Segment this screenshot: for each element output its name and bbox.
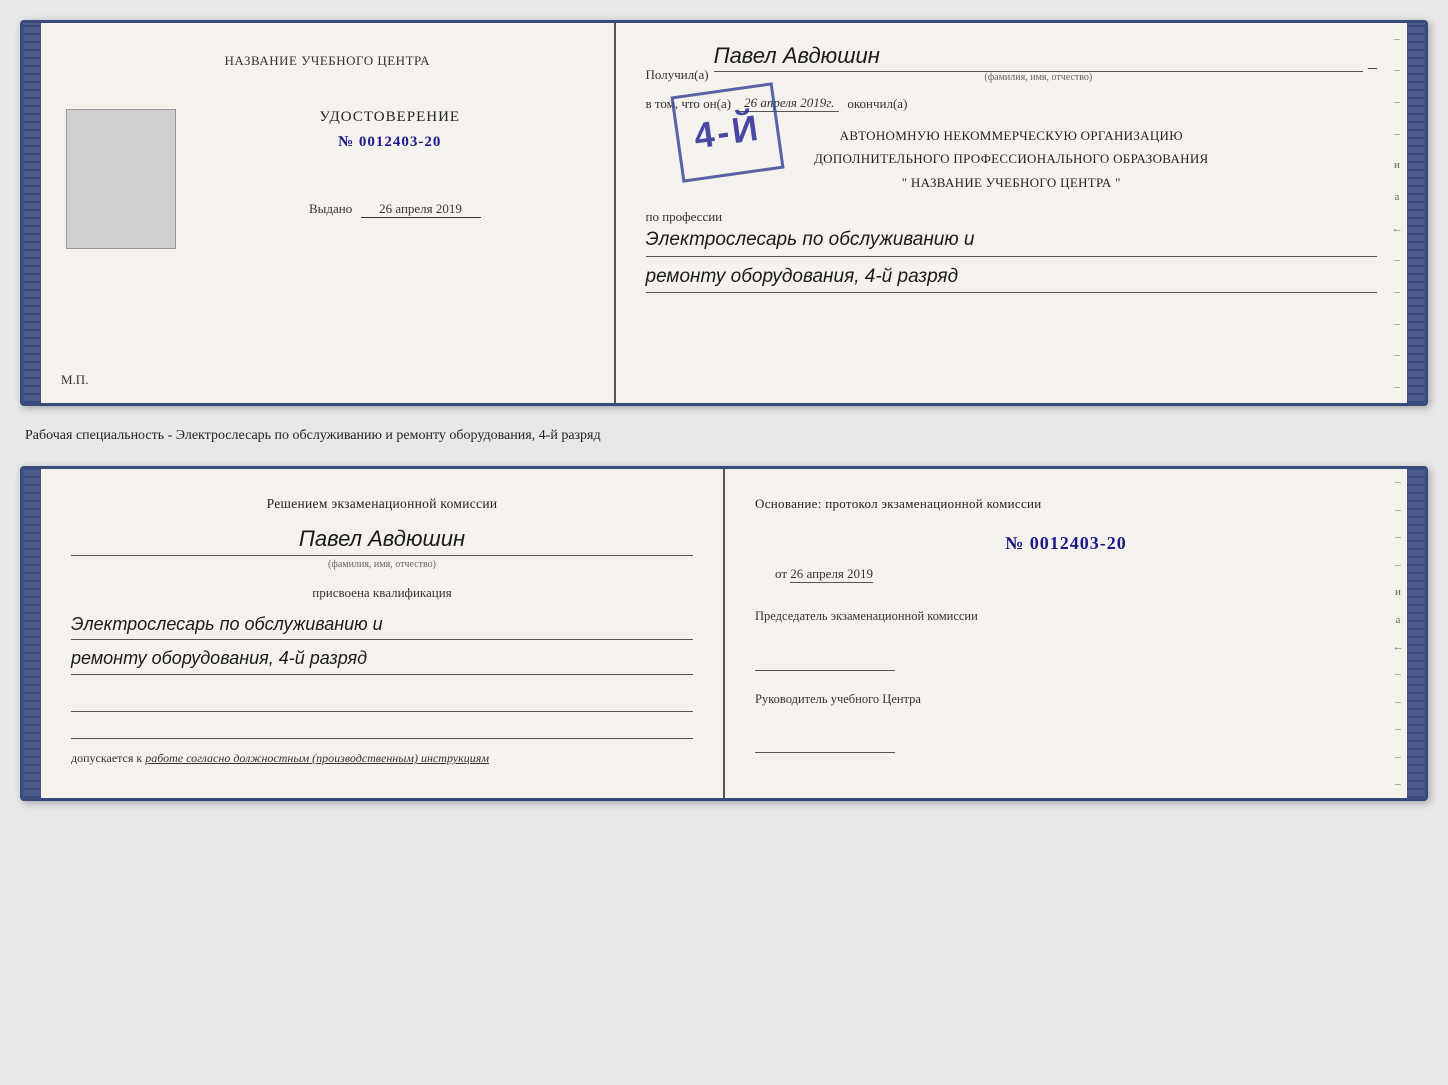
blank-line-2 [71, 717, 693, 739]
issued-label: Выдано [309, 201, 352, 216]
basis-title: Основание: протокол экзаменационной коми… [755, 494, 1377, 514]
blank-lines [71, 690, 693, 739]
org-line1: АВТОНОМНУЮ НЕКОММЕРЧЕСКУЮ ОРГАНИЗАЦИЮ [646, 124, 1378, 147]
right-header: Получил(а) Павел Авдюшин (фамилия, имя, … [646, 43, 1378, 83]
protocol-date-value: 26 апреля 2019 [790, 566, 873, 583]
mp-label: М.П. [61, 372, 88, 388]
bottom-booklet-left-spine [23, 469, 41, 799]
cert-title: УДОСТОВЕРЕНИЕ [191, 109, 589, 126]
допускается-label: допускается к [71, 751, 142, 765]
in-that-line: в том, что он(а) 26 апреля 2019г. окончи… [646, 95, 1378, 112]
bottom-booklet: Решением экзаменационной комиссии Павел … [20, 466, 1428, 802]
bottom-right-page: Основание: протокол экзаменационной коми… [725, 469, 1407, 799]
chairman-signature-line [755, 651, 895, 671]
top-booklet-left-page: НАЗВАНИЕ УЧЕБНОГО ЦЕНТРА УДОСТОВЕРЕНИЕ №… [41, 23, 616, 403]
issued-date: 26 апреля 2019 [361, 201, 481, 218]
date-value-top: 26 апреля 2019г. [739, 95, 839, 112]
finished-label: окончил(а) [847, 96, 907, 112]
person-name-bottom: Павел Авдюшин [71, 526, 693, 556]
chairman-block: Председатель экзаменационной комиссии [755, 608, 1377, 671]
side-dashes-bottom: – – – – и а ← – – – – – [1389, 469, 1407, 799]
recipient-wrapper: Павел Авдюшин (фамилия, имя, отчество) [714, 43, 1363, 83]
head-block: Руководитель учебного Центра [755, 691, 1377, 754]
left-content-block: УДОСТОВЕРЕНИЕ № 0012403-20 Выдано 26 апр… [66, 109, 589, 249]
допускается-value: работе согласно должностным (производств… [145, 751, 489, 765]
qualification-label: присвоена квалификация [71, 585, 693, 601]
top-booklet-right-spine [1407, 23, 1425, 403]
org-block: 4-й АВТОНОМНУЮ НЕКОММЕРЧЕСКУЮ ОРГАНИЗАЦИ… [646, 124, 1378, 194]
org-line3: " НАЗВАНИЕ УЧЕБНОГО ЦЕНТРА " [646, 171, 1378, 194]
date-prefix: от [775, 566, 787, 581]
head-label: Руководитель учебного Центра [755, 691, 1377, 709]
fio-sublabel-bottom: (фамилия, имя, отчество) [71, 559, 693, 570]
dash-separator: – [1368, 57, 1377, 78]
допускается-block: допускается к работе согласно должностны… [71, 751, 693, 766]
received-label: Получил(а) [646, 67, 709, 83]
profession-line2: ремонту оборудования, 4-й разряд [646, 262, 1378, 293]
side-dashes-top: – – – – и а ← – – – – – [1387, 23, 1407, 403]
qualification-line1: Электрослесарь по обслуживанию и [71, 609, 693, 641]
chairman-label: Председатель экзаменационной комиссии [755, 608, 1377, 626]
profession-line1: Электрослесарь по обслуживанию и [646, 225, 1378, 256]
middle-text: Рабочая специальность - Электрослесарь п… [20, 418, 1428, 454]
cert-info: УДОСТОВЕРЕНИЕ № 0012403-20 Выдано 26 апр… [191, 109, 589, 218]
protocol-number: № 0012403-20 [755, 533, 1377, 554]
fio-sublabel-top: (фамилия, имя, отчество) [714, 72, 1363, 83]
top-left-title: НАЗВАНИЕ УЧЕБНОГО ЦЕНТРА [66, 53, 589, 69]
recipient-name: Павел Авдюшин [714, 43, 1363, 72]
decision-title: Решением экзаменационной комиссии [71, 494, 693, 514]
bottom-left-page: Решением экзаменационной комиссии Павел … [41, 469, 725, 799]
blank-line-1 [71, 690, 693, 712]
in-that-label: в том, что он(а) [646, 96, 732, 112]
cert-issued: Выдано 26 апреля 2019 [191, 201, 589, 218]
top-booklet-right-page: Получил(а) Павел Авдюшин (фамилия, имя, … [616, 23, 1408, 403]
protocol-date: от 26 апреля 2019 [755, 566, 1377, 583]
org-line2: ДОПОЛНИТЕЛЬНОГО ПРОФЕССИОНАЛЬНОГО ОБРАЗО… [646, 147, 1378, 170]
head-signature-line [755, 733, 895, 753]
photo-placeholder [66, 109, 176, 249]
top-booklet: НАЗВАНИЕ УЧЕБНОГО ЦЕНТРА УДОСТОВЕРЕНИЕ №… [20, 20, 1428, 406]
profession-label: по профессии [646, 209, 1378, 225]
cert-number: № 0012403-20 [191, 134, 589, 151]
bottom-booklet-right-spine [1407, 469, 1425, 799]
top-booklet-left-spine [23, 23, 41, 403]
qualification-line2: ремонту оборудования, 4-й разряд [71, 643, 693, 675]
profession-block: по профессии Электрослесарь по обслужива… [646, 209, 1378, 293]
page-container: НАЗВАНИЕ УЧЕБНОГО ЦЕНТРА УДОСТОВЕРЕНИЕ №… [20, 20, 1428, 801]
